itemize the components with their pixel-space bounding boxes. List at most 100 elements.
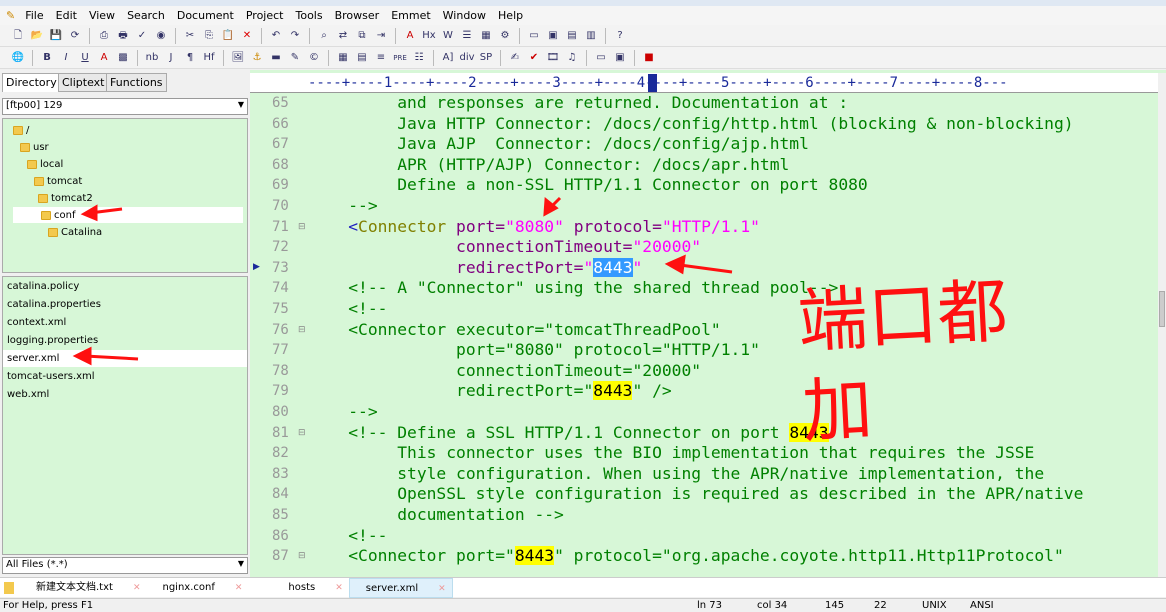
color-palette-icon[interactable]: ▩	[115, 50, 131, 66]
doc-tab-server-xml[interactable]: server.xml ✕	[348, 577, 453, 598]
code-token: Java HTTP Connector: /docs/config/http.h…	[309, 113, 1074, 133]
span-button[interactable]: SP	[478, 50, 494, 66]
cliptext-icon[interactable]: ▤	[564, 28, 580, 44]
doc-tab-hosts[interactable]: hosts ✕	[248, 578, 348, 598]
new-file-icon[interactable]: 🗋	[10, 28, 26, 44]
file-filter-select[interactable]: All Files (*.*) ▼	[2, 557, 248, 574]
copy-icon[interactable]: ⎘	[201, 28, 217, 44]
line-number: 82	[272, 445, 289, 462]
menu-project[interactable]: Project	[240, 9, 290, 22]
word-wrap-icon[interactable]: W	[440, 28, 456, 44]
paragraph-button[interactable]: ¶	[182, 50, 198, 66]
file-item-selected[interactable]: server.xml	[3, 350, 247, 367]
spellcheck-icon[interactable]: ✓	[134, 28, 150, 44]
menu-help[interactable]: Help	[492, 9, 529, 22]
directory-icon[interactable]: ▣	[545, 28, 561, 44]
menu-window[interactable]: Window	[437, 9, 492, 22]
center-icon[interactable]: ≡	[373, 50, 389, 66]
color-icon[interactable]: ■	[641, 50, 657, 66]
font-icon[interactable]: A	[402, 28, 418, 44]
menu-emmet[interactable]: Emmet	[385, 9, 436, 22]
check-icon[interactable]: ✔	[526, 50, 542, 66]
close-icon[interactable]: ✕	[335, 583, 343, 593]
window-icon[interactable]: ▭	[526, 28, 542, 44]
file-item[interactable]: web.xml	[7, 386, 49, 403]
layout-icon[interactable]: ▣	[612, 50, 628, 66]
nbsp-button[interactable]: nb	[144, 50, 160, 66]
delete-icon[interactable]: ✕	[239, 28, 255, 44]
print-preview-icon[interactable]: ⎙	[96, 28, 112, 44]
tree-node-tomcat2[interactable]: tomcat2	[38, 190, 93, 206]
file-item[interactable]: catalina.properties	[7, 296, 101, 313]
form-icon[interactable]: ▤	[354, 50, 370, 66]
italic-button[interactable]: I	[58, 50, 74, 66]
redo-icon[interactable]: ↷	[287, 28, 303, 44]
tree-node-tomcat[interactable]: tomcat	[34, 173, 82, 189]
media-icon[interactable]: 🎞	[545, 50, 561, 66]
find-in-files-icon[interactable]: ⧉	[354, 28, 370, 44]
frame-icon[interactable]: ▭	[593, 50, 609, 66]
print-icon[interactable]: 🖶	[115, 28, 131, 44]
copyright-icon[interactable]: ©	[306, 50, 322, 66]
browser-icon[interactable]: ◉	[153, 28, 169, 44]
file-item[interactable]: tomcat-users.xml	[7, 368, 95, 385]
tree-node-usr[interactable]: usr	[20, 139, 49, 155]
close-icon[interactable]: ✕	[133, 583, 141, 593]
hex-icon[interactable]: Hx	[421, 28, 437, 44]
tab-directory[interactable]: Directory	[2, 73, 61, 92]
tree-node-local[interactable]: local	[27, 156, 63, 172]
save-icon[interactable]: 💾	[48, 28, 64, 44]
tree-node-conf[interactable]: conf	[13, 207, 243, 223]
file-item[interactable]: context.xml	[7, 314, 66, 331]
help-icon[interactable]: ?	[612, 28, 628, 44]
hr-icon[interactable]: ▬	[268, 50, 284, 66]
menu-document[interactable]: Document	[171, 9, 240, 22]
doc-tab-nginx[interactable]: nginx.conf ✕	[147, 578, 249, 598]
list-icon[interactable]: ☷	[411, 50, 427, 66]
file-item[interactable]: catalina.policy	[7, 278, 79, 295]
find-icon[interactable]: ⌕	[316, 28, 332, 44]
paste-icon[interactable]: 📋	[220, 28, 236, 44]
vertical-scrollbar[interactable]	[1158, 73, 1166, 577]
doc-tab-txt[interactable]: 新建文本文档.txt ✕	[20, 578, 147, 598]
menu-tools[interactable]: Tools	[290, 9, 329, 22]
font-color-button[interactable]: A	[96, 50, 112, 66]
edit-icon[interactable]: ✍	[507, 50, 523, 66]
div-button[interactable]: div	[459, 50, 475, 66]
pre-button[interactable]: PRE	[392, 50, 408, 66]
underline-button[interactable]: U	[77, 50, 93, 66]
bold-button[interactable]: B	[39, 50, 55, 66]
undo-icon[interactable]: ↶	[268, 28, 284, 44]
music-icon[interactable]: ♫	[564, 50, 580, 66]
menu-file[interactable]: File	[19, 9, 49, 22]
heading-button[interactable]: Hf	[201, 50, 217, 66]
menu-browser[interactable]: Browser	[329, 9, 386, 22]
tag-icon[interactable]: A]	[440, 50, 456, 66]
menu-view[interactable]: View	[83, 9, 121, 22]
cut-icon[interactable]: ✂	[182, 28, 198, 44]
tab-cliptext[interactable]: Cliptext	[58, 73, 109, 92]
br-button[interactable]: J	[163, 50, 179, 66]
menu-edit[interactable]: Edit	[50, 9, 83, 22]
pen-icon[interactable]: ✎	[287, 50, 303, 66]
save-all-icon[interactable]: ⟳	[67, 28, 83, 44]
tree-node-root[interactable]: /	[13, 122, 29, 138]
image-icon[interactable]: 🖼	[230, 50, 246, 66]
globe-icon[interactable]: 🌐	[10, 50, 26, 66]
menu-search[interactable]: Search	[121, 9, 171, 22]
close-icon[interactable]: ✕	[235, 583, 243, 593]
settings-icon[interactable]: ⚙	[497, 28, 513, 44]
goto-line-icon[interactable]: ⇥	[373, 28, 389, 44]
line-number-icon[interactable]: ☰	[459, 28, 475, 44]
ruler-icon[interactable]: ▦	[478, 28, 494, 44]
tab-functions[interactable]: Functions	[106, 73, 167, 92]
open-icon[interactable]: 📂	[29, 28, 45, 44]
anchor-icon[interactable]: ⚓	[249, 50, 265, 66]
replace-icon[interactable]: ⇄	[335, 28, 351, 44]
close-icon[interactable]: ✕	[438, 584, 446, 594]
table-icon[interactable]: ▦	[335, 50, 351, 66]
tree-node-catalina[interactable]: Catalina	[48, 224, 102, 240]
file-item[interactable]: logging.properties	[7, 332, 98, 349]
drive-select[interactable]: [ftp00] 129 ▼	[2, 98, 248, 115]
output-icon[interactable]: ▥	[583, 28, 599, 44]
